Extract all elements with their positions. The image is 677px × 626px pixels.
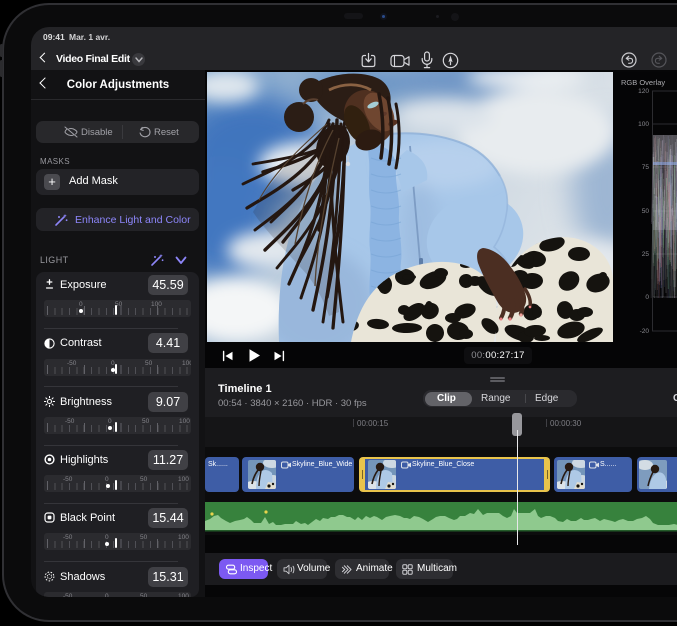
svg-text:100: 100 — [638, 121, 649, 128]
svg-text:120: 120 — [638, 88, 649, 95]
svg-text:RGB Overlay: RGB Overlay — [621, 78, 665, 87]
svg-text:0: 0 — [645, 294, 649, 301]
svg-text:25: 25 — [642, 251, 650, 258]
svg-text:75: 75 — [642, 164, 650, 171]
svg-text:50: 50 — [642, 208, 650, 215]
svg-text:-20: -20 — [640, 328, 650, 335]
